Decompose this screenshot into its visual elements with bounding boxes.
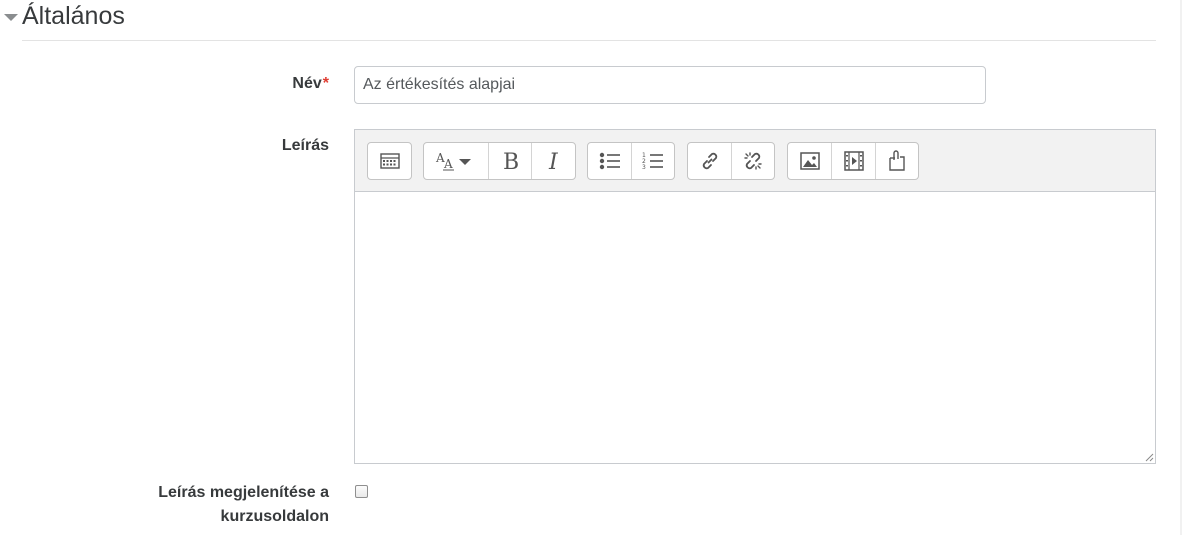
toolbar-group-3: 1 2 3 xyxy=(587,142,675,180)
font-style-icon: A A xyxy=(435,151,471,171)
toolbar-group-1 xyxy=(367,142,412,180)
editor-toolbar: A A B I 1 2 3 xyxy=(355,130,1155,192)
editor-content-area[interactable] xyxy=(355,192,1155,463)
bold-icon: B xyxy=(503,150,519,172)
name-input[interactable] xyxy=(354,66,986,104)
media-button[interactable] xyxy=(831,143,875,179)
image-icon xyxy=(799,152,820,170)
unordered-list-icon xyxy=(599,152,620,170)
link-icon xyxy=(702,152,717,170)
caret-down-icon[interactable] xyxy=(4,13,18,21)
svg-text:A: A xyxy=(443,157,453,171)
description-label: Leírás xyxy=(281,137,329,154)
name-label-text: Név xyxy=(292,75,322,92)
font-style-button[interactable]: A A xyxy=(424,143,488,179)
italic-icon: I xyxy=(548,150,559,172)
italic-button[interactable]: I xyxy=(531,143,575,179)
svg-text:I: I xyxy=(548,150,559,172)
ordered-list-icon: 1 2 3 xyxy=(642,152,663,171)
name-label: Név* xyxy=(292,72,329,96)
show-description-label-line1: Leírás megjelenítése a xyxy=(158,484,329,501)
show-description-checkbox[interactable] xyxy=(355,485,368,498)
section-divider xyxy=(22,40,1156,41)
resize-handle-icon[interactable] xyxy=(1144,452,1154,462)
section-title: Általános xyxy=(22,2,125,30)
toolbar-group-2: A A B I xyxy=(423,142,576,180)
show-description-label: Leírás megjelenítése a kurzusoldalon xyxy=(158,481,329,529)
link-button[interactable] xyxy=(688,143,731,179)
unordered-list-button[interactable] xyxy=(588,143,631,179)
image-button[interactable] xyxy=(788,143,831,179)
toolbar-toggle-button[interactable] xyxy=(368,143,411,179)
media-icon xyxy=(843,151,864,171)
required-marker: * xyxy=(322,75,329,92)
show-description-label-line2: kurzusoldalon xyxy=(220,508,329,525)
svg-text:3: 3 xyxy=(642,164,646,171)
file-manager-button[interactable] xyxy=(875,143,918,179)
page: Általános Név* Leírás xyxy=(0,0,1182,535)
unlink-button[interactable] xyxy=(731,143,774,179)
unlink-icon xyxy=(744,152,762,170)
toolbar-group-5 xyxy=(787,142,919,180)
file-manager-icon xyxy=(889,150,905,171)
description-editor[interactable]: A A B I 1 2 3 xyxy=(354,129,1156,464)
ordered-list-button[interactable]: 1 2 3 xyxy=(631,143,674,179)
toolbar-toggle-icon xyxy=(379,153,400,169)
toolbar-group-4 xyxy=(687,142,775,180)
bold-button[interactable]: B xyxy=(488,143,531,179)
svg-text:B: B xyxy=(503,150,519,172)
section-header-general[interactable]: Általános xyxy=(4,0,125,32)
